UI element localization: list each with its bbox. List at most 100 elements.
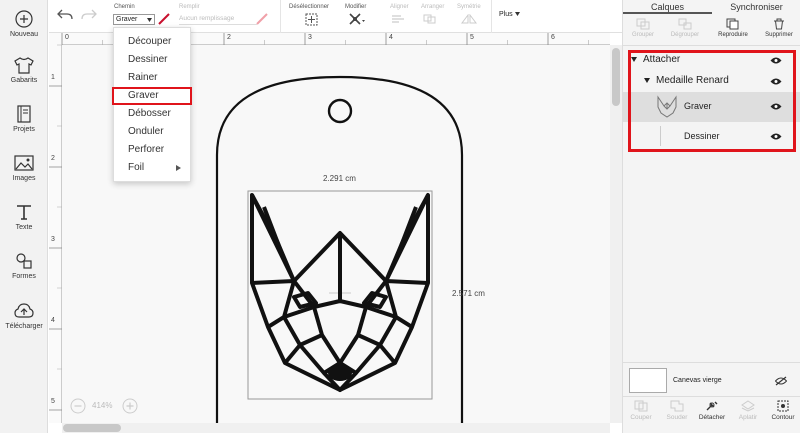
shapes-icon: [16, 253, 32, 269]
horizontal-scrollbar[interactable]: [62, 423, 610, 433]
shirt-icon: [14, 57, 34, 74]
panel-divider: [623, 45, 800, 46]
sidebar-label-telecharger: Télécharger: [5, 323, 43, 330]
supprimer-label: Supprimer: [765, 32, 793, 38]
layers-panel: Calques Synchroniser Grouper Dégrouper R…: [622, 0, 800, 433]
cloud-upload-icon: [14, 303, 34, 318]
degrouper-button[interactable]: Dégrouper: [665, 18, 705, 38]
trash-icon: [774, 18, 784, 30]
blank-canvas-label: Canevas vierge: [673, 377, 722, 384]
aplatir-button[interactable]: Aplatir: [730, 400, 766, 421]
slice-icon: [634, 400, 648, 412]
sidebar-label-texte: Texte: [15, 224, 33, 231]
undo-icon[interactable]: [57, 9, 73, 21]
notebook-icon: [17, 105, 31, 123]
sidebar-item-gabarits[interactable]: Gabarits: [0, 56, 48, 84]
flip-icon[interactable]: [461, 14, 477, 24]
aplatir-label: Aplatir: [738, 414, 758, 421]
line-color-swatch[interactable]: [158, 13, 170, 25]
medal-hole[interactable]: [327, 98, 353, 124]
line-type-menu: Découper Dessiner Rainer Graver Débosser…: [112, 27, 192, 182]
chemin-select[interactable]: Graver: [113, 14, 155, 25]
sidebar-label-formes: Formes: [12, 273, 36, 280]
flatten-icon: [741, 400, 755, 412]
chevron-down-icon: [514, 12, 520, 16]
modifier-icon[interactable]: [348, 12, 366, 26]
zoom-level: 414%: [92, 401, 113, 410]
grouper-button[interactable]: Grouper: [623, 18, 663, 38]
blank-canvas-swatch[interactable]: [629, 368, 667, 393]
width-dimension-label: 2.291 cm: [323, 174, 356, 183]
tab-calques[interactable]: Calques: [623, 0, 712, 14]
height-dimension-label: 2.571 cm: [452, 289, 485, 298]
horizontal-scroll-thumb[interactable]: [63, 424, 121, 432]
couper-label: Couper: [630, 414, 652, 421]
modifier-label: Modifier: [345, 4, 367, 10]
fox-nose: [328, 365, 352, 381]
align-icon[interactable]: [391, 14, 407, 24]
remplir-select-value: Aucun remplissage: [179, 15, 235, 22]
menu-item-perforer[interactable]: Perforer: [114, 141, 192, 159]
chemin-label: Chemin: [114, 4, 135, 10]
detach-icon: [706, 401, 718, 411]
text-t-icon: [17, 205, 31, 220]
layers-highlight-box: [628, 50, 796, 152]
eye-off-icon[interactable]: [775, 376, 787, 386]
souder-button[interactable]: Souder: [659, 400, 695, 421]
sidebar-item-images[interactable]: Images: [0, 154, 48, 182]
fill-color-swatch[interactable]: [256, 13, 268, 25]
zoom-in-icon[interactable]: [122, 398, 138, 414]
left-sidebar: Nouveau Gabarits Projets Images Texte Fo…: [0, 0, 48, 433]
toolbar-divider: [280, 0, 281, 33]
deselect-icon[interactable]: [305, 13, 318, 26]
menu-item-graver[interactable]: Graver: [112, 87, 192, 105]
reproduire-label: Reproduire: [718, 32, 748, 38]
weld-icon: [670, 400, 684, 412]
sidebar-item-telecharger[interactable]: Télécharger: [0, 302, 48, 330]
redo-icon[interactable]: [81, 9, 97, 21]
tab-synchroniser[interactable]: Synchroniser: [712, 0, 800, 14]
couper-button[interactable]: Couper: [623, 400, 659, 421]
supprimer-button[interactable]: Supprimer: [759, 18, 799, 38]
menu-item-dessiner[interactable]: Dessiner: [114, 51, 192, 69]
sidebar-item-nouveau[interactable]: Nouveau: [0, 10, 48, 38]
deselect-label: Désélectionner: [289, 4, 330, 10]
aligner-label: Aligner: [390, 4, 409, 10]
sidebar-item-texte[interactable]: Texte: [0, 203, 48, 231]
fox-head-graphic[interactable]: [250, 193, 430, 392]
sidebar-label-images: Images: [12, 175, 36, 182]
menu-item-foil[interactable]: Foil: [114, 159, 192, 177]
panel-divider: [623, 396, 800, 397]
plus-menu-button[interactable]: Plus: [499, 11, 520, 18]
reproduire-button[interactable]: Reproduire: [713, 18, 753, 38]
menu-item-onduler[interactable]: Onduler: [114, 123, 192, 141]
grouper-label: Grouper: [631, 32, 654, 38]
sidebar-item-formes[interactable]: Formes: [0, 252, 48, 280]
vertical-scroll-thumb[interactable]: [612, 48, 620, 106]
menu-item-decouper[interactable]: Découper: [114, 33, 192, 51]
duplicate-icon: [726, 18, 739, 30]
contour-icon: [777, 400, 789, 412]
ruler-v-ticks: [49, 44, 62, 411]
image-icon: [14, 155, 34, 171]
arrange-icon[interactable]: [423, 14, 439, 24]
zoom-out-icon[interactable]: [70, 398, 86, 414]
detacher-button[interactable]: Détacher: [694, 400, 730, 421]
plus-label: Plus: [499, 11, 513, 18]
menu-item-debosser[interactable]: Débosser: [114, 105, 192, 123]
sidebar-item-projets[interactable]: Projets: [0, 105, 48, 133]
chemin-select-value: Graver: [116, 16, 138, 23]
contour-label: Contour: [771, 414, 795, 421]
ungroup-icon: [678, 18, 692, 30]
chevron-right-icon: [176, 165, 181, 171]
remplir-select[interactable]: Aucun remplissage: [179, 14, 257, 25]
detacher-label: Détacher: [698, 414, 726, 421]
vertical-ruler: 1 2 3 4 5: [49, 33, 62, 423]
contour-button[interactable]: Contour: [765, 400, 800, 421]
sidebar-label-gabarits: Gabarits: [10, 77, 38, 84]
menu-item-foil-label: Foil: [128, 162, 145, 173]
remplir-label: Remplir: [179, 4, 200, 10]
menu-item-rainer[interactable]: Rainer: [114, 69, 192, 87]
sidebar-label-nouveau: Nouveau: [9, 31, 39, 38]
plus-circle-icon: [15, 10, 33, 28]
